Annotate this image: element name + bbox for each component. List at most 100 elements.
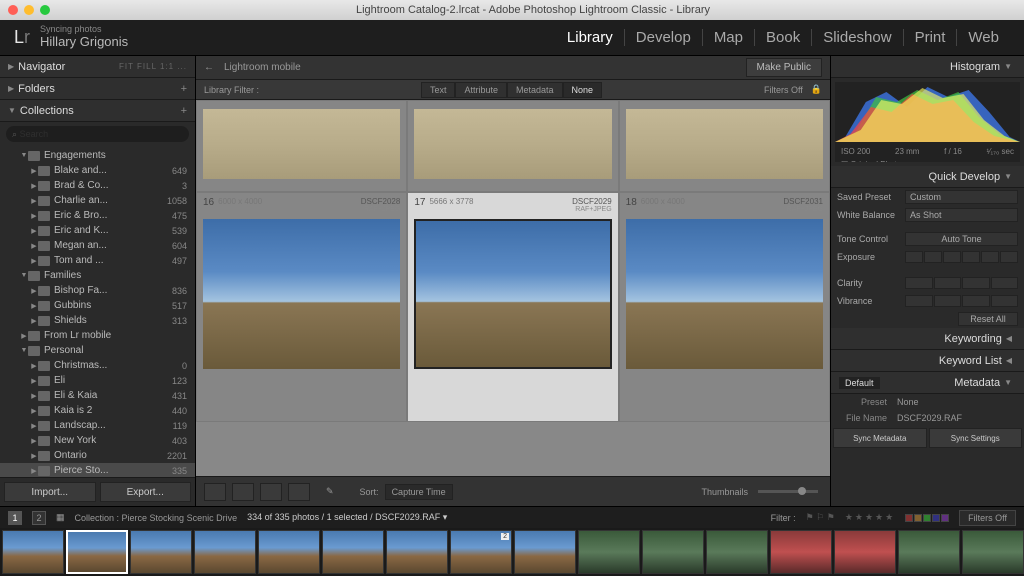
filmstrip-thumb[interactable] [66,530,128,574]
filters-off-toggle[interactable]: Filters Off [764,85,803,95]
collapse-arrow-icon[interactable]: ▼ [8,106,16,115]
collection-item[interactable]: ▶Charlie an...1058 [0,193,195,208]
sort-dropdown[interactable]: Capture Time [385,484,453,500]
navigator-header[interactable]: ▶ Navigator FIT FILL 1:1 ... [0,56,195,78]
sync-metadata-button[interactable]: Sync Metadata [833,428,927,448]
filter-tab-metadata[interactable]: Metadata [507,82,563,98]
module-map[interactable]: Map [703,29,755,46]
lock-icon[interactable]: 🔒 [811,84,822,95]
histogram-display[interactable]: ISO 200 23 mm f / 16 ¹⁄₁₇₀ sec ☐ Origina… [835,82,1020,162]
photo-thumbnail[interactable] [414,109,611,179]
collection-item[interactable]: ▶Pierce Sto...335 [0,463,195,477]
filmstrip[interactable]: 2 [0,528,1024,576]
grid-cell[interactable] [619,100,830,192]
make-public-button[interactable]: Make Public [746,58,822,77]
loupe-view-icon[interactable] [232,483,254,501]
module-slideshow[interactable]: Slideshow [812,29,903,46]
collection-search-input[interactable]: ⌕ Search [6,126,189,142]
filmstrip-thumb[interactable]: 2 [450,530,512,574]
close-window-icon[interactable] [8,5,18,15]
filmstrip-thumb[interactable] [2,530,64,574]
add-folder-icon[interactable]: + [181,83,187,95]
collection-item[interactable]: ▶Ontario2201 [0,448,195,463]
filter-tab-none[interactable]: None [563,82,603,98]
metadata-header[interactable]: DefaultMetadata▼ [831,372,1024,394]
grid-cell[interactable]: 175666 x 3778DSCF2029RAF+JPEG [407,192,618,422]
filmstrip-thumb[interactable] [130,530,192,574]
collection-item[interactable]: ▶Brad & Co...3 [0,178,195,193]
auto-tone-button[interactable]: Auto Tone [905,232,1018,246]
filters-off-button[interactable]: Filters Off [959,510,1016,526]
maximize-window-icon[interactable] [40,5,50,15]
keyword-list-header[interactable]: Keyword List◀ [831,350,1024,372]
collapse-arrow-icon[interactable]: ▼ [1004,62,1012,71]
filmstrip-thumb[interactable] [322,530,384,574]
filmstrip-thumb[interactable] [962,530,1024,574]
compare-view-icon[interactable] [260,483,282,501]
grid-icon[interactable]: ▦ [56,512,65,523]
filmstrip-thumb[interactable] [898,530,960,574]
traffic-lights[interactable] [8,5,50,15]
identity-plate[interactable]: Syncing photos Hillary Grigonis [40,25,128,49]
expand-arrow-icon[interactable]: ▶ [8,62,14,71]
filmstrip-thumb[interactable] [770,530,832,574]
screen-2-button[interactable]: 2 [32,511,46,525]
collections-header[interactable]: ▼ Collections + [0,100,195,122]
collection-item[interactable]: ▶Shields313 [0,313,195,328]
grid-cell[interactable]: 186000 x 4000DSCF2031RAF+JPEG [619,192,830,422]
photo-thumbnail[interactable] [414,219,611,369]
minimize-window-icon[interactable] [24,5,34,15]
collection-item[interactable]: ▼Engagements [0,148,195,163]
grid-cell[interactable] [196,100,407,192]
grid-cell[interactable]: 166000 x 4000DSCF2028RAF+JPEG [196,192,407,422]
collection-item[interactable]: ▶Kaia is 2440 [0,403,195,418]
module-library[interactable]: Library [556,29,625,46]
preset-dropdown[interactable]: Custom [905,190,1018,204]
flag-filter-icon[interactable]: ⚑ ⚐ ⚑ [806,512,835,523]
filmstrip-thumb[interactable] [514,530,576,574]
filmstrip-thumb[interactable] [642,530,704,574]
collection-item[interactable]: ▶Blake and...649 [0,163,195,178]
collection-item[interactable]: ▶Tom and ...497 [0,253,195,268]
module-develop[interactable]: Develop [625,29,703,46]
module-print[interactable]: Print [904,29,958,46]
filmstrip-thumb[interactable] [834,530,896,574]
wb-dropdown[interactable]: As Shot [905,208,1018,222]
collection-item[interactable]: ▼Personal [0,343,195,358]
metadata-set-dropdown[interactable]: Default [839,377,880,389]
survey-view-icon[interactable] [288,483,310,501]
collection-item[interactable]: ▶Eric and K...539 [0,223,195,238]
photo-thumbnail[interactable] [203,109,400,179]
collection-item[interactable]: ▶Eli & Kaia431 [0,388,195,403]
filename-field[interactable]: DSCF2029.RAF [893,412,1018,424]
sync-settings-button[interactable]: Sync Settings [929,428,1023,448]
filmstrip-thumb[interactable] [706,530,768,574]
quick-develop-header[interactable]: Quick Develop▼ [831,166,1024,188]
collection-item[interactable]: ▶Megan an...604 [0,238,195,253]
filmstrip-thumb[interactable] [194,530,256,574]
export-button[interactable]: Export... [100,482,192,502]
collection-item[interactable]: ▶Gubbins517 [0,298,195,313]
filmstrip-thumb[interactable] [386,530,448,574]
grid-cell[interactable] [407,100,618,192]
collection-item[interactable]: ▼Families [0,268,195,283]
module-book[interactable]: Book [755,29,812,46]
collection-item[interactable]: ▶From Lr mobile [0,328,195,343]
grid-view-icon[interactable] [204,483,226,501]
filter-tab-attribute[interactable]: Attribute [455,82,507,98]
import-button[interactable]: Import... [4,482,96,502]
filter-tab-text[interactable]: Text [421,82,456,98]
exposure-step[interactable] [905,251,923,263]
thumbnail-size-slider[interactable] [758,490,818,493]
folders-header[interactable]: ▶ Folders + [0,78,195,100]
screen-1-button[interactable]: 1 [8,511,22,525]
rating-filter[interactable]: ★★★★★ [845,512,895,523]
filmstrip-thumb[interactable] [258,530,320,574]
collection-path[interactable]: Collection : Pierce Stocking Scenic Driv… [75,513,238,523]
reset-all-button[interactable]: Reset All [958,312,1018,326]
breadcrumb-text[interactable]: Lightroom mobile [224,62,301,73]
photo-count[interactable]: 334 of 335 photos / 1 selected / DSCF202… [247,512,447,523]
collection-item[interactable]: ▶Eli123 [0,373,195,388]
painter-icon[interactable]: ✎ [326,486,334,497]
photo-thumbnail[interactable] [626,219,823,369]
